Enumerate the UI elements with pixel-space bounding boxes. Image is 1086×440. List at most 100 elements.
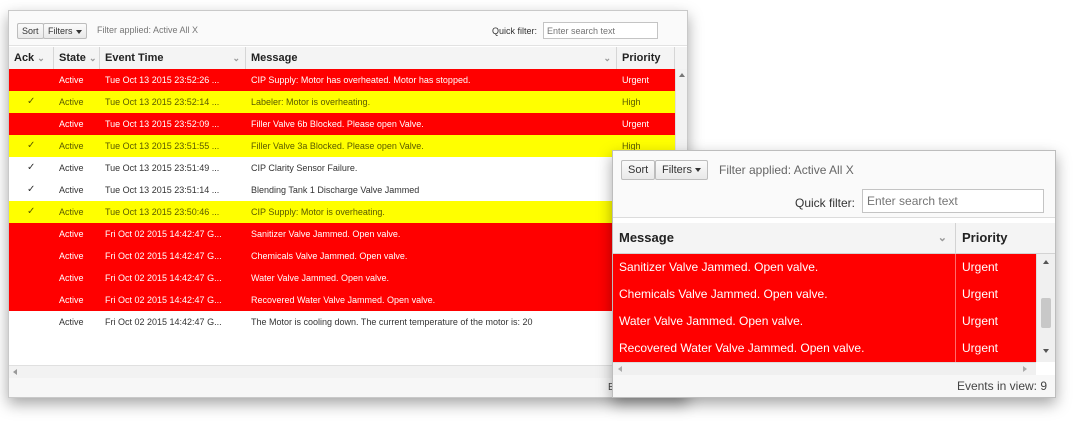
event-time-cell: Fri Oct 02 2015 14:42:47 G... xyxy=(105,295,222,305)
message-cell: Water Valve Jammed. Open valve. xyxy=(613,308,956,335)
toolbar: Sort Filters Filter applied: Active All … xyxy=(9,11,687,46)
filter-applied-text: Filter applied: Active All X xyxy=(719,163,854,177)
vertical-scrollbar[interactable] xyxy=(1036,254,1055,362)
filters-label: Filters xyxy=(662,164,692,176)
scroll-thumb[interactable] xyxy=(1041,298,1051,328)
priority-header-label: Priority xyxy=(962,230,1008,245)
message-cell: Water Valve Jammed. Open valve. xyxy=(251,273,390,283)
event-time-cell: Fri Oct 02 2015 14:42:47 G... xyxy=(105,229,222,239)
table-row[interactable]: ✓ Active Tue Oct 13 2015 23:51:49 ... CIP C… xyxy=(9,157,675,179)
priority-cell: Urgent xyxy=(962,287,999,301)
state-cell: Active xyxy=(59,141,84,151)
scroll-left-arrow-icon[interactable] xyxy=(618,366,622,372)
state-cell: Active xyxy=(59,163,84,173)
priority-cell: Urgent xyxy=(962,260,999,274)
table-row[interactable]: ✓ Active Tue Oct 13 2015 23:52:14 ... Label… xyxy=(9,91,675,113)
events-in-view-text: Events in view: 9 xyxy=(956,379,1047,393)
state-cell: Active xyxy=(59,75,84,85)
state-cell: Active xyxy=(59,317,84,327)
message-cell: Filler Valve 3a Blocked. Please open Val… xyxy=(251,141,424,151)
priority-cell: Urgent xyxy=(622,119,650,129)
state-cell: Active xyxy=(59,119,84,129)
table-row[interactable]: Active Fri Oct 02 2015 14:42:47 G... Chemi… xyxy=(9,245,675,267)
state-cell: Active xyxy=(59,295,84,305)
ack-cell xyxy=(9,223,54,245)
quick-filter-label: Quick filter: xyxy=(795,196,856,210)
message-cell: Recovered Water Valve Jammed. Open valve… xyxy=(613,335,956,362)
scroll-up-arrow-icon[interactable] xyxy=(1043,260,1049,264)
filters-button[interactable]: Filters xyxy=(43,23,87,39)
caret-down-icon xyxy=(694,168,701,173)
sort-button[interactable]: Sort xyxy=(621,160,656,180)
grid-body: Active Tue Oct 13 2015 23:52:26 ... CIP Su… xyxy=(9,69,675,351)
priority-cell: High xyxy=(622,97,641,107)
column-header-state[interactable]: State ⌄ xyxy=(54,47,100,69)
sort-chevron-icon: ⌄ xyxy=(88,53,97,63)
sort-button[interactable]: Sort xyxy=(17,23,44,39)
priority-cell: Urgent xyxy=(622,75,650,85)
grid-body: Sanitizer Valve Jammed. Open valve. Urgen… xyxy=(613,254,1036,362)
event-time-cell: Tue Oct 13 2015 23:51:49 ... xyxy=(105,163,220,173)
column-header-priority[interactable]: Priority xyxy=(956,223,1036,253)
table-row[interactable]: Sanitizer Valve Jammed. Open valve. Urgen… xyxy=(613,254,1036,281)
toolbar: Sort Filters Filter applied: Active All … xyxy=(613,151,1055,218)
table-row[interactable]: Active Tue Oct 13 2015 23:52:09 ... Filler… xyxy=(9,113,675,135)
table-row[interactable]: ✓ Active Tue Oct 13 2015 23:51:55 ... Fille… xyxy=(9,135,675,157)
table-row[interactable]: Chemicals Valve Jammed. Open valve. Urgen… xyxy=(613,281,1036,308)
scroll-left-arrow-icon[interactable] xyxy=(13,369,17,375)
column-header-message[interactable]: Message ⌄ xyxy=(246,47,617,69)
column-header-message[interactable]: Message ⌄ xyxy=(613,223,956,253)
message-cell: CIP Supply: Motor is overheating. xyxy=(251,207,385,217)
ack-cell: ✓ xyxy=(27,96,36,107)
message-cell: CIP Clarity Sensor Failure. xyxy=(251,163,358,173)
ack-cell xyxy=(9,245,54,267)
state-cell: Active xyxy=(59,251,84,261)
message-cell: Blending Tank 1 Discharge Valve Jammed xyxy=(251,185,420,195)
event-time-cell: Tue Oct 13 2015 23:52:14 ... xyxy=(105,97,220,107)
table-row[interactable]: Active Fri Oct 02 2015 14:42:47 G... Recov… xyxy=(9,289,675,311)
sort-chevron-icon: ⌄ xyxy=(937,232,947,244)
column-header-priority[interactable]: Priority xyxy=(617,47,675,69)
event-time-cell: Tue Oct 13 2015 23:51:55 ... xyxy=(105,141,220,151)
sort-chevron-icon: ⌄ xyxy=(37,53,45,63)
message-cell: Sanitizer Valve Jammed. Open valve. xyxy=(251,229,401,239)
front-event-viewer: Sort Filters Filter applied: Active All … xyxy=(612,150,1056,398)
ack-cell xyxy=(9,311,54,333)
caret-down-icon xyxy=(75,29,82,34)
scroll-right-arrow-icon[interactable] xyxy=(1023,366,1027,372)
state-cell: Active xyxy=(59,185,84,195)
filters-button[interactable]: Filters xyxy=(655,160,708,180)
grid-header: Ack ⌄ State ⌄ Event Time ⌄ Message ⌄ Prior… xyxy=(9,47,687,70)
status-bar: E xyxy=(9,378,687,397)
filter-applied-text: Filter applied: Active All X xyxy=(97,25,199,35)
status-bar: Events in view: 9 xyxy=(613,375,1055,397)
horizontal-scrollbar[interactable] xyxy=(613,362,1036,375)
priority-header-label: Priority xyxy=(622,52,661,64)
table-row[interactable]: Active Fri Oct 02 2015 14:42:47 G... The M… xyxy=(9,311,675,333)
state-cell: Active xyxy=(59,273,84,283)
horizontal-scrollbar[interactable] xyxy=(9,365,675,378)
column-header-ack[interactable]: Ack ⌄ xyxy=(9,47,54,69)
state-cell: Active xyxy=(59,207,84,217)
table-row[interactable]: Active Fri Oct 02 2015 14:42:47 G... Water… xyxy=(9,267,675,289)
table-row[interactable]: Active Fri Oct 02 2015 14:42:47 G... Sanit… xyxy=(9,223,675,245)
column-header-event-time[interactable]: Event Time ⌄ xyxy=(100,47,246,69)
quick-filter-input[interactable] xyxy=(862,189,1044,213)
scroll-up-arrow-icon[interactable] xyxy=(679,73,685,77)
ack-cell: ✓ xyxy=(27,162,36,173)
table-row[interactable]: Water Valve Jammed. Open valve. Urgent xyxy=(613,308,1036,335)
table-row[interactable]: Recovered Water Valve Jammed. Open valve… xyxy=(613,335,1036,362)
event-time-cell: Tue Oct 13 2015 23:51:14 ... xyxy=(105,185,220,195)
scroll-down-arrow-icon[interactable] xyxy=(1043,349,1049,353)
quick-filter-input[interactable] xyxy=(543,22,658,39)
back-event-viewer: Sort Filters Filter applied: Active All … xyxy=(8,10,688,398)
ack-cell: ✓ xyxy=(27,206,36,217)
event-time-cell: Fri Oct 02 2015 14:42:47 G... xyxy=(105,273,222,283)
ack-cell: ✓ xyxy=(27,184,36,195)
message-cell: Chemicals Valve Jammed. Open valve. xyxy=(613,281,956,308)
table-row[interactable]: ✓ Active Tue Oct 13 2015 23:51:14 ... Blend… xyxy=(9,179,675,201)
state-header-label: State xyxy=(59,52,86,64)
event-time-cell: Tue Oct 13 2015 23:52:09 ... xyxy=(105,119,220,129)
table-row[interactable]: Active Tue Oct 13 2015 23:52:26 ... CIP Su… xyxy=(9,69,675,91)
table-row[interactable]: ✓ Active Tue Oct 13 2015 23:50:46 ... CIP S… xyxy=(9,201,675,223)
